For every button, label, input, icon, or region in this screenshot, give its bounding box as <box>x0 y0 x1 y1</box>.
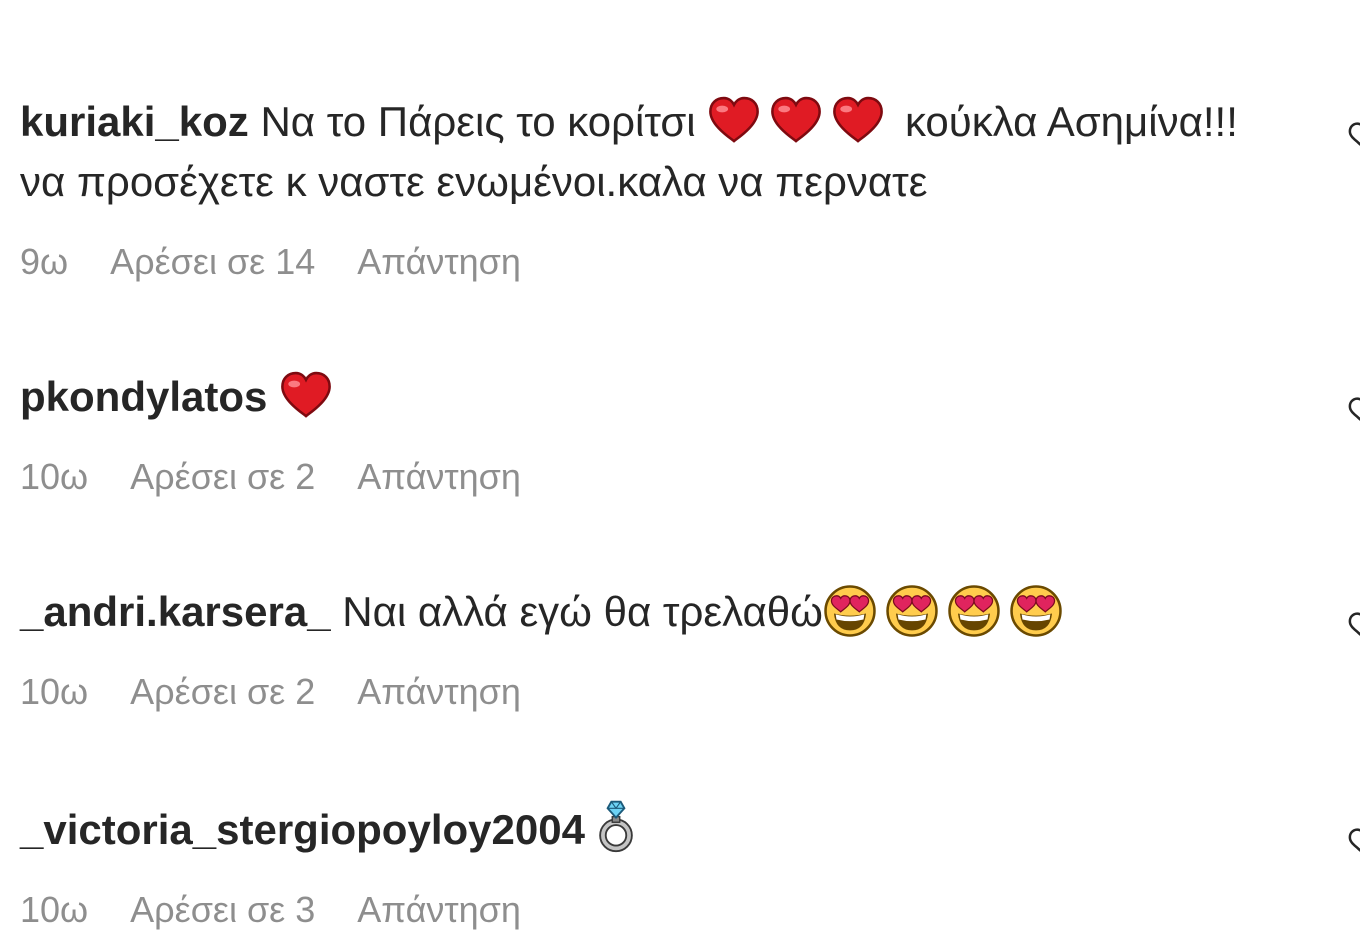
comment-item: kuriaki_koz Να το Πάρεις το κορίτσι κούκ… <box>20 92 1310 282</box>
red-heart-icon <box>707 96 761 144</box>
comment-text: pkondylatos <box>20 367 1260 427</box>
comment-username[interactable]: pkondylatos <box>20 373 267 420</box>
red-heart-icon <box>769 96 823 144</box>
like-heart-icon[interactable] <box>1348 610 1360 640</box>
comment-likes-link[interactable]: Αρέσει σε 2 <box>130 457 315 497</box>
comment-text: _victoria_stergiopoyloy2004 <box>20 798 1260 860</box>
comment-likes-link[interactable]: Αρέσει σε 14 <box>110 242 315 282</box>
red-heart-icon <box>279 371 333 419</box>
like-heart-icon[interactable] <box>1348 120 1360 150</box>
ring-icon <box>597 798 635 854</box>
comment-time: 9ω <box>20 241 69 282</box>
red-heart-icon <box>831 96 885 144</box>
heart-eyes-face-icon <box>1009 584 1063 638</box>
reply-button[interactable]: Απάντηση <box>357 457 521 497</box>
like-heart-icon[interactable] <box>1348 395 1360 425</box>
comment-item: pkondylatos 10ω Αρέσει σε 2 Απάντηση <box>20 367 1310 497</box>
reply-button[interactable]: Απάντηση <box>357 890 521 930</box>
comment-username[interactable]: _andri.karsera_ <box>20 588 331 635</box>
comment-username[interactable]: _victoria_stergiopoyloy2004 <box>20 806 585 853</box>
like-heart-icon[interactable] <box>1348 826 1360 856</box>
reply-button[interactable]: Απάντηση <box>357 672 521 712</box>
comment-meta: 10ω Αρέσει σε 3 Απάντηση <box>20 890 1310 930</box>
comment-text: kuriaki_koz Να το Πάρεις το κορίτσι κούκ… <box>20 92 1260 212</box>
comment-meta: 10ω Αρέσει σε 2 Απάντηση <box>20 672 1310 712</box>
comment-meta: 9ω Αρέσει σε 14 Απάντηση <box>20 242 1310 282</box>
comment-text: _andri.karsera_ Ναι αλλά εγώ θα τρελαθώ <box>20 582 1260 642</box>
heart-eyes-face-icon <box>885 584 939 638</box>
comment-meta: 10ω Αρέσει σε 2 Απάντηση <box>20 457 1310 497</box>
heart-eyes-face-icon <box>947 584 1001 638</box>
comment-item: _andri.karsera_ Ναι αλλά εγώ θα τρελαθώ … <box>20 582 1310 712</box>
comment-time: 10ω <box>20 889 89 930</box>
comment-likes-link[interactable]: Αρέσει σε 3 <box>130 890 315 930</box>
comment-time: 10ω <box>20 456 89 497</box>
comment-body: Να το Πάρεις το κορίτσι <box>260 98 696 145</box>
comment-time: 10ω <box>20 671 89 712</box>
comment-likes-link[interactable]: Αρέσει σε 2 <box>130 672 315 712</box>
comment-body: Ναι αλλά εγώ θα τρελαθώ <box>342 588 823 635</box>
comment-username[interactable]: kuriaki_koz <box>20 98 249 145</box>
comment-item: _victoria_stergiopoyloy2004 10ω Αρέσει σ… <box>20 798 1310 930</box>
heart-eyes-face-icon <box>823 584 877 638</box>
reply-button[interactable]: Απάντηση <box>357 242 521 282</box>
